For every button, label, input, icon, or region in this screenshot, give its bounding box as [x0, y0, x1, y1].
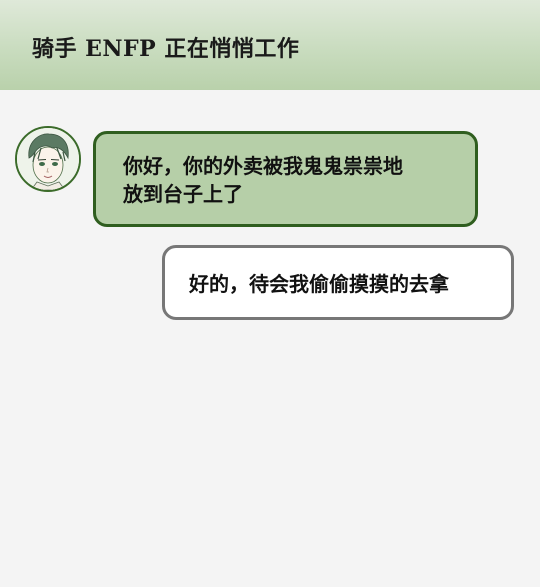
incoming-message-bubble[interactable]: 你好，你的外卖被我鬼鬼祟祟地 放到台子上了 — [93, 131, 478, 227]
message-text-line: 好的，待会我偷偷摸摸的去拿 — [189, 272, 449, 296]
avatar[interactable] — [15, 126, 81, 192]
message-text-line: 你好，你的外卖被我鬼鬼祟祟地 — [123, 154, 403, 178]
avatar-illustration — [17, 128, 79, 190]
chat-title: 骑手 ENFP 正在悄悄工作 — [32, 36, 300, 62]
message-text-line: 放到台子上了 — [123, 182, 243, 206]
outgoing-message-bubble[interactable]: 好的，待会我偷偷摸摸的去拿 — [162, 245, 514, 320]
chat-header: 骑手 ENFP 正在悄悄工作 — [0, 0, 540, 90]
